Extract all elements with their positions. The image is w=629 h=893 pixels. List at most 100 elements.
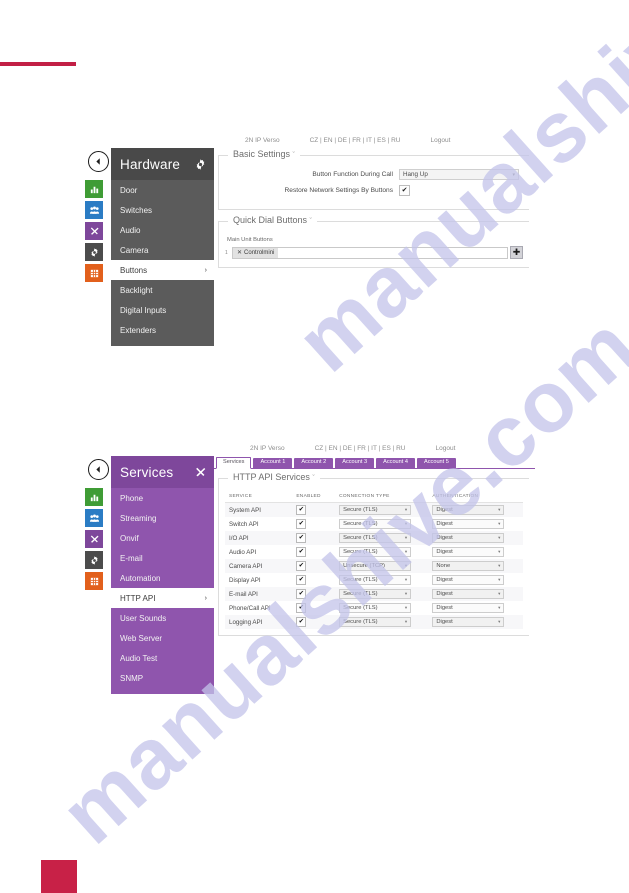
language-switcher[interactable]: CZ | EN | DE | FR | IT | ES | RU	[310, 137, 401, 144]
button-function-value: Hang Up	[403, 171, 428, 178]
tools-icon[interactable]	[85, 222, 103, 240]
connection-type-select[interactable]: Secure (TLS) ▾	[339, 589, 412, 599]
sidebar-item-switches[interactable]: Switches	[111, 200, 214, 220]
enabled-checkbox[interactable]: ✔	[296, 575, 307, 585]
sidebar-item-digital-inputs[interactable]: Digital Inputs	[111, 300, 214, 320]
sidebar-item-snmp[interactable]: SNMP	[111, 668, 214, 688]
sidebar-item-automation[interactable]: Automation	[111, 568, 214, 588]
chevron-down-icon: ▾	[498, 563, 501, 568]
authentication-select[interactable]: Digest ▾	[432, 547, 505, 557]
chevron-down-icon: ▾	[498, 521, 501, 526]
table-row: E-mail API ✔ Secure (TLS) ▾ Digest ▾	[225, 587, 523, 601]
sidebar-item-onvif[interactable]: Onvif	[111, 528, 214, 548]
add-quick-dial-button[interactable]: ✚	[510, 246, 523, 259]
authentication-select[interactable]: Digest ▾	[432, 589, 505, 599]
service-name: Logging API	[225, 615, 297, 629]
connection-type-select[interactable]: Secure (TLS) ▾	[339, 519, 412, 529]
connection-type-select[interactable]: Secure (TLS) ▾	[339, 533, 412, 543]
connection-type-select[interactable]: Secure (TLS) ▾	[339, 603, 412, 613]
sidebar-item-user-sounds[interactable]: User Sounds	[111, 608, 214, 628]
section-title[interactable]: Quick Dial Buttons ˇ	[228, 215, 317, 225]
users-icon[interactable]	[85, 509, 103, 527]
enabled-cell: ✔	[296, 531, 340, 545]
tab-account-1[interactable]: Account 1	[253, 458, 293, 468]
connection-type-value: Secure (TLS)	[343, 521, 378, 527]
column-enabled: ENABLED	[296, 492, 340, 503]
tab-account-2[interactable]: Account 2	[294, 458, 334, 468]
sidebar-item-camera[interactable]: Camera	[111, 240, 214, 260]
button-function-select[interactable]: Hang Up ▾	[399, 169, 519, 180]
sidebar-item-buttons[interactable]: Buttons ›	[111, 260, 214, 280]
tab-account-5[interactable]: Account 5	[417, 458, 456, 468]
quick-dial-tag: ✕ Controlmini	[233, 247, 279, 258]
chevron-down-icon: ▾	[498, 591, 501, 596]
quick-dial-input[interactable]: ✕ Controlmini	[232, 246, 508, 259]
language-switcher[interactable]: CZ | EN | DE | FR | IT | ES | RU	[315, 445, 406, 452]
section-title[interactable]: HTTP API Services ˇ	[228, 472, 320, 482]
sidebar-item-streaming[interactable]: Streaming	[111, 508, 214, 528]
connection-type-select[interactable]: Secure (TLS) ▾	[339, 575, 412, 585]
sidebar-item-web-server[interactable]: Web Server	[111, 628, 214, 648]
table-row: Audio API ✔ Secure (TLS) ▾ Digest ▾	[225, 545, 523, 559]
table-header-row: SERVICE ENABLED CONNECTION TYPE AUTHENTI…	[225, 492, 523, 503]
authentication-select[interactable]: Digest ▾	[432, 617, 505, 627]
connection-type-select[interactable]: Unsecure (TCP) ▾	[339, 561, 412, 571]
sidebar-item-http-api[interactable]: HTTP API ›	[111, 588, 214, 608]
close-icon[interactable]: ✕	[237, 249, 242, 256]
connection-type-select[interactable]: Secure (TLS) ▾	[339, 617, 412, 627]
tab-account-3[interactable]: Account 3	[335, 458, 375, 468]
sidebar-item-audio[interactable]: Audio	[111, 220, 214, 240]
section-title-label: Basic Settings	[233, 149, 291, 159]
enabled-checkbox[interactable]: ✔	[296, 589, 307, 599]
hardware-topbar: 2N IP Verso CZ | EN | DE | FR | IT | ES …	[245, 132, 545, 148]
authentication-value: Digest	[436, 549, 453, 555]
enabled-checkbox[interactable]: ✔	[296, 505, 307, 515]
quick-dial-body: Main Unit Buttons 1 ✕ Controlmini ✚	[219, 222, 529, 267]
chevron-right-icon: ›	[204, 594, 207, 602]
enabled-checkbox[interactable]: ✔	[296, 603, 307, 613]
enabled-checkbox[interactable]: ✔	[296, 561, 307, 571]
chevron-down-icon: ▾	[404, 563, 408, 568]
sidebar-item-audio-test[interactable]: Audio Test	[111, 648, 214, 668]
grid-icon[interactable]	[85, 264, 103, 282]
connection-type-value: Unsecure (TCP)	[343, 563, 385, 569]
section-title-label: HTTP API Services	[233, 472, 310, 482]
users-icon[interactable]	[85, 201, 103, 219]
sidebar-item-extenders[interactable]: Extenders	[111, 320, 214, 340]
tools-icon[interactable]	[85, 530, 103, 548]
connection-cell: Secure (TLS) ▾	[339, 517, 432, 531]
sidebar-item-backlight[interactable]: Backlight	[111, 280, 214, 300]
authentication-select[interactable]: Digest ▾	[432, 603, 505, 613]
statistics-icon[interactable]	[85, 488, 103, 506]
authentication-select[interactable]: None ▾	[432, 561, 505, 571]
logout-link[interactable]: Logout	[436, 445, 456, 452]
gear-icon[interactable]	[85, 551, 103, 569]
authentication-select[interactable]: Digest ▾	[432, 519, 505, 529]
tab-services[interactable]: Services	[216, 457, 252, 469]
authentication-select[interactable]: Digest ▾	[432, 505, 505, 515]
enabled-checkbox[interactable]: ✔	[296, 519, 307, 529]
connection-type-select[interactable]: Secure (TLS) ▾	[339, 505, 412, 515]
chevron-down-icon: ▾	[404, 605, 408, 610]
grid-icon[interactable]	[85, 572, 103, 590]
enabled-checkbox[interactable]: ✔	[296, 533, 307, 543]
section-title[interactable]: Basic Settings ˇ	[228, 149, 300, 159]
enabled-checkbox[interactable]: ✔	[296, 617, 307, 627]
column-service: SERVICE	[225, 492, 297, 503]
sidebar-item-phone[interactable]: Phone	[111, 488, 214, 508]
row-index: 1	[225, 249, 228, 256]
tab-account-4[interactable]: Account 4	[376, 458, 416, 468]
sidebar-item-door[interactable]: Door	[111, 180, 214, 200]
gear-icon[interactable]	[85, 243, 103, 261]
back-button[interactable]	[88, 151, 109, 172]
statistics-icon[interactable]	[85, 180, 103, 198]
enabled-checkbox[interactable]: ✔	[296, 547, 307, 557]
logout-link[interactable]: Logout	[431, 137, 451, 144]
sidebar-item-email[interactable]: E-mail	[111, 548, 214, 568]
connection-type-value: Secure (TLS)	[343, 535, 378, 541]
restore-network-checkbox[interactable]: ✔	[399, 185, 410, 196]
connection-type-select[interactable]: Secure (TLS) ▾	[339, 547, 412, 557]
authentication-select[interactable]: Digest ▾	[432, 533, 505, 543]
back-button[interactable]	[88, 459, 109, 480]
authentication-select[interactable]: Digest ▾	[432, 575, 505, 585]
